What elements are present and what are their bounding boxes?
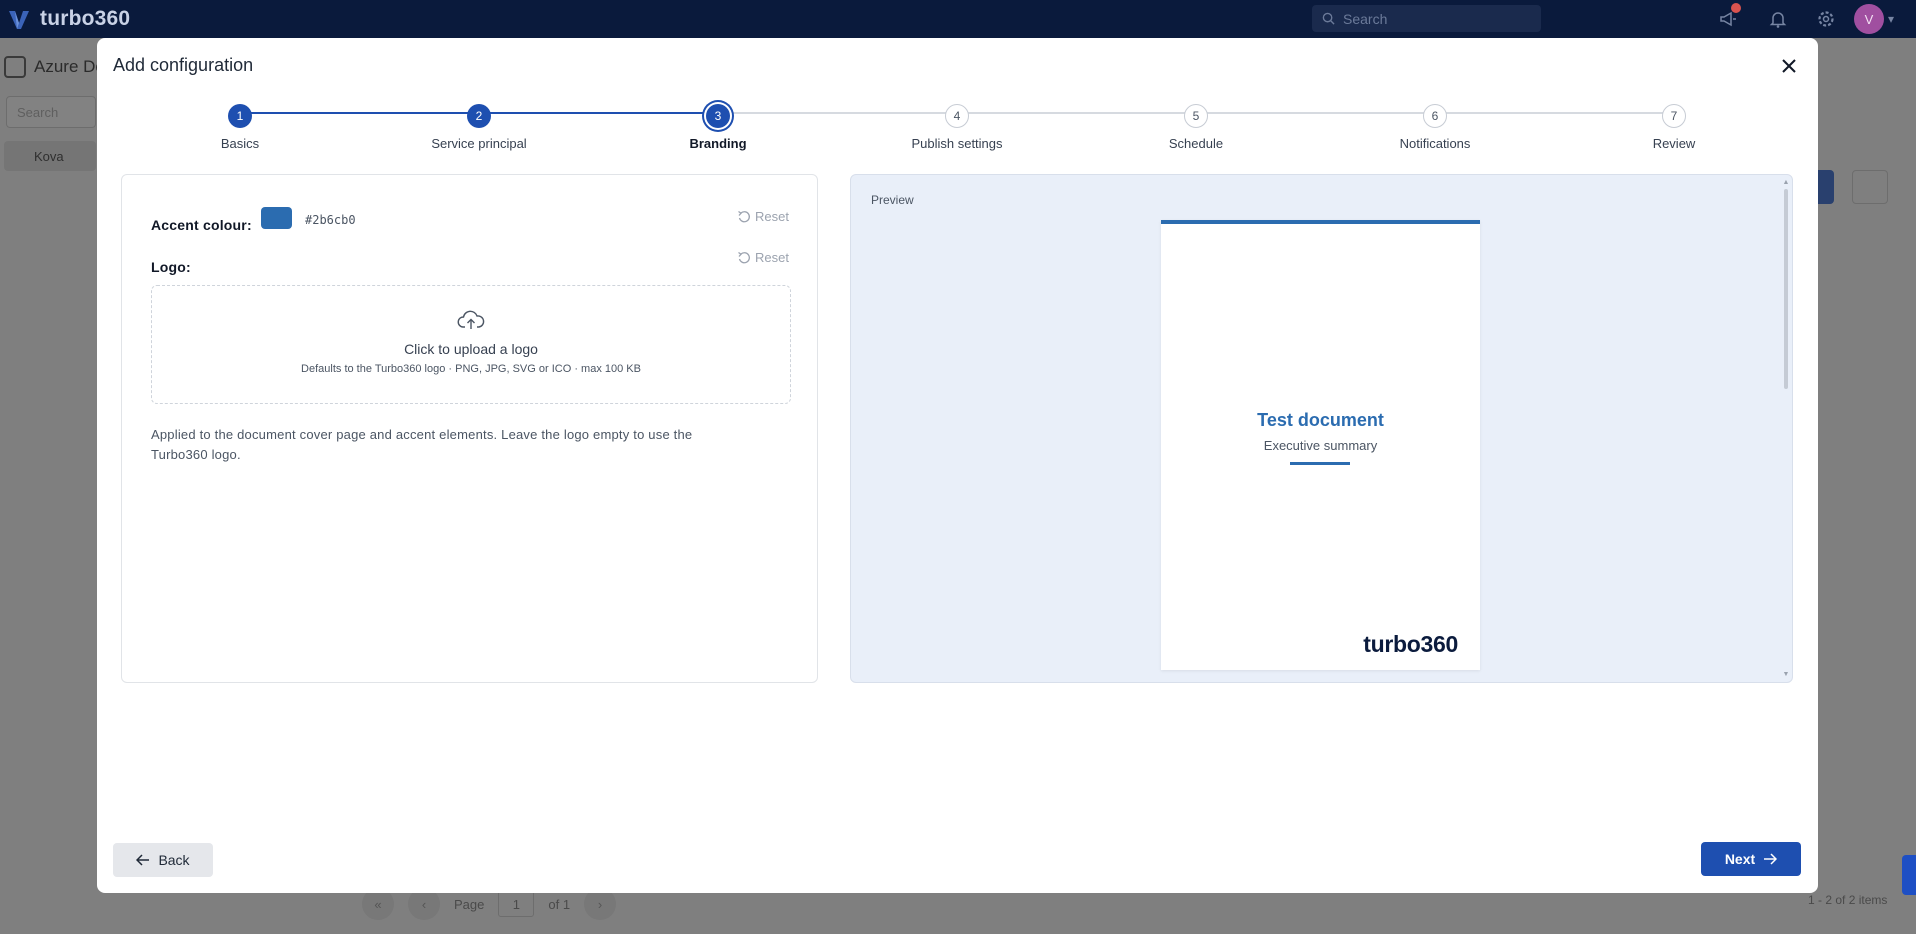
logo-upload-dropzone[interactable]: Click to upload a logo Defaults to the T… (151, 285, 791, 404)
background-page-title-text: Azure Do (34, 57, 105, 76)
scroll-thumb[interactable] (1784, 189, 1788, 389)
turbo360-logo-icon (9, 11, 29, 29)
accent-colour-value[interactable]: #2b6cb0 (305, 213, 356, 227)
preview-panel: Preview Test document Executive summary … (850, 174, 1793, 683)
background-search-input: Search (6, 96, 96, 128)
help-tab[interactable] (1902, 855, 1916, 895)
wizard-stepper: 1 Basics 2 Service principal 3 Branding … (97, 104, 1818, 164)
back-label: Back (158, 852, 190, 868)
background-page-title: Azure Do (4, 56, 105, 78)
document-logo: turbo360 (1363, 631, 1458, 657)
step-label: Basics (220, 136, 260, 151)
undo-icon (738, 210, 750, 222)
cloud-upload-icon (457, 310, 485, 329)
step-number: 3 (706, 104, 730, 128)
arrow-left-icon (136, 854, 150, 866)
bell-icon[interactable] (1768, 9, 1788, 29)
background-items-count: 1 - 2 of 2 items (1808, 893, 1888, 907)
pager-of-label: of 1 (548, 896, 571, 912)
close-icon (1782, 59, 1796, 73)
step-schedule[interactable]: 5 Schedule (1111, 104, 1281, 151)
upload-title: Click to upload a logo (404, 341, 538, 357)
document-accent-bar (1161, 220, 1480, 224)
branding-form-panel: Accent colour: #2b6cb0 Reset Logo: Reset… (121, 174, 818, 683)
notification-badge (1731, 3, 1741, 13)
brand-name: turbo360 (40, 7, 131, 30)
dialog-title: Add configuration (113, 55, 254, 75)
step-service-principal[interactable]: 2 Service principal (394, 104, 564, 151)
branding-help-text: Applied to the document cover page and a… (151, 427, 693, 462)
global-search-placeholder: Search (1343, 10, 1388, 27)
step-number: 1 (228, 104, 252, 128)
step-branding[interactable]: 3 Branding (633, 104, 803, 151)
gear-icon[interactable] (1816, 9, 1836, 29)
step-notifications[interactable]: 6 Notifications (1350, 104, 1520, 151)
reset-label: Reset (755, 250, 789, 265)
scroll-down-icon[interactable]: ▼ (1782, 671, 1790, 679)
step-number: 4 (945, 104, 969, 128)
close-button[interactable] (1777, 54, 1801, 78)
step-review[interactable]: 7 Review (1589, 104, 1759, 151)
next-label: Next (1724, 851, 1756, 867)
global-search-input[interactable]: Search (1312, 5, 1541, 32)
step-number: 5 (1184, 104, 1208, 128)
document-subtitle: Executive summary (1263, 438, 1378, 453)
step-label: Schedule (1168, 136, 1224, 151)
top-navbar: turbo360 Search V ▾ (0, 0, 1916, 38)
step-label: Service principal (431, 136, 527, 151)
step-number: 7 (1662, 104, 1686, 128)
logo-label: Logo: (151, 259, 191, 275)
step-label: Publish settings (911, 136, 1003, 151)
document-accent-rule (1290, 462, 1350, 465)
step-label: Notifications (1399, 136, 1471, 151)
preview-scrollbar[interactable]: ▲ ▼ (1782, 179, 1790, 679)
user-avatar[interactable]: V (1854, 4, 1884, 34)
undo-icon (738, 251, 750, 263)
background-refresh-button (1852, 170, 1888, 204)
step-basics[interactable]: 1 Basics (155, 104, 325, 151)
back-button[interactable]: Back (113, 843, 213, 877)
step-publish-settings[interactable]: 4 Publish settings (872, 104, 1042, 151)
step-number: 6 (1423, 104, 1447, 128)
step-label: Review (1652, 136, 1696, 151)
chevron-down-icon[interactable]: ▾ (1888, 12, 1894, 26)
preview-label: Preview (871, 193, 914, 207)
arrow-right-icon (1764, 853, 1778, 865)
accent-colour-label: Accent colour: (151, 217, 252, 233)
logo-reset-button[interactable]: Reset (737, 250, 789, 265)
accent-reset-button[interactable]: Reset (737, 209, 789, 224)
document-title: Test document (1257, 410, 1384, 430)
next-button[interactable]: Next (1701, 842, 1801, 876)
search-icon (1322, 12, 1335, 25)
pager-page-label: Page (454, 896, 485, 912)
step-number: 2 (467, 104, 491, 128)
accent-colour-swatch[interactable] (261, 207, 292, 229)
scroll-up-icon[interactable]: ▲ (1782, 179, 1790, 187)
upload-hint: Defaults to the Turbo360 logo · PNG, JPG… (301, 363, 641, 375)
step-label: Branding (689, 136, 747, 151)
devops-icon (4, 56, 26, 78)
document-cover-preview: Test document Executive summary turbo360 (1161, 220, 1480, 670)
reset-label: Reset (755, 209, 789, 224)
pager-page-input: 1 (498, 891, 535, 917)
brand[interactable]: turbo360 (6, 6, 130, 32)
background-folder-item: Kova (4, 141, 96, 171)
add-configuration-dialog: Add configuration 1 Basics 2 Service pri… (97, 38, 1818, 893)
